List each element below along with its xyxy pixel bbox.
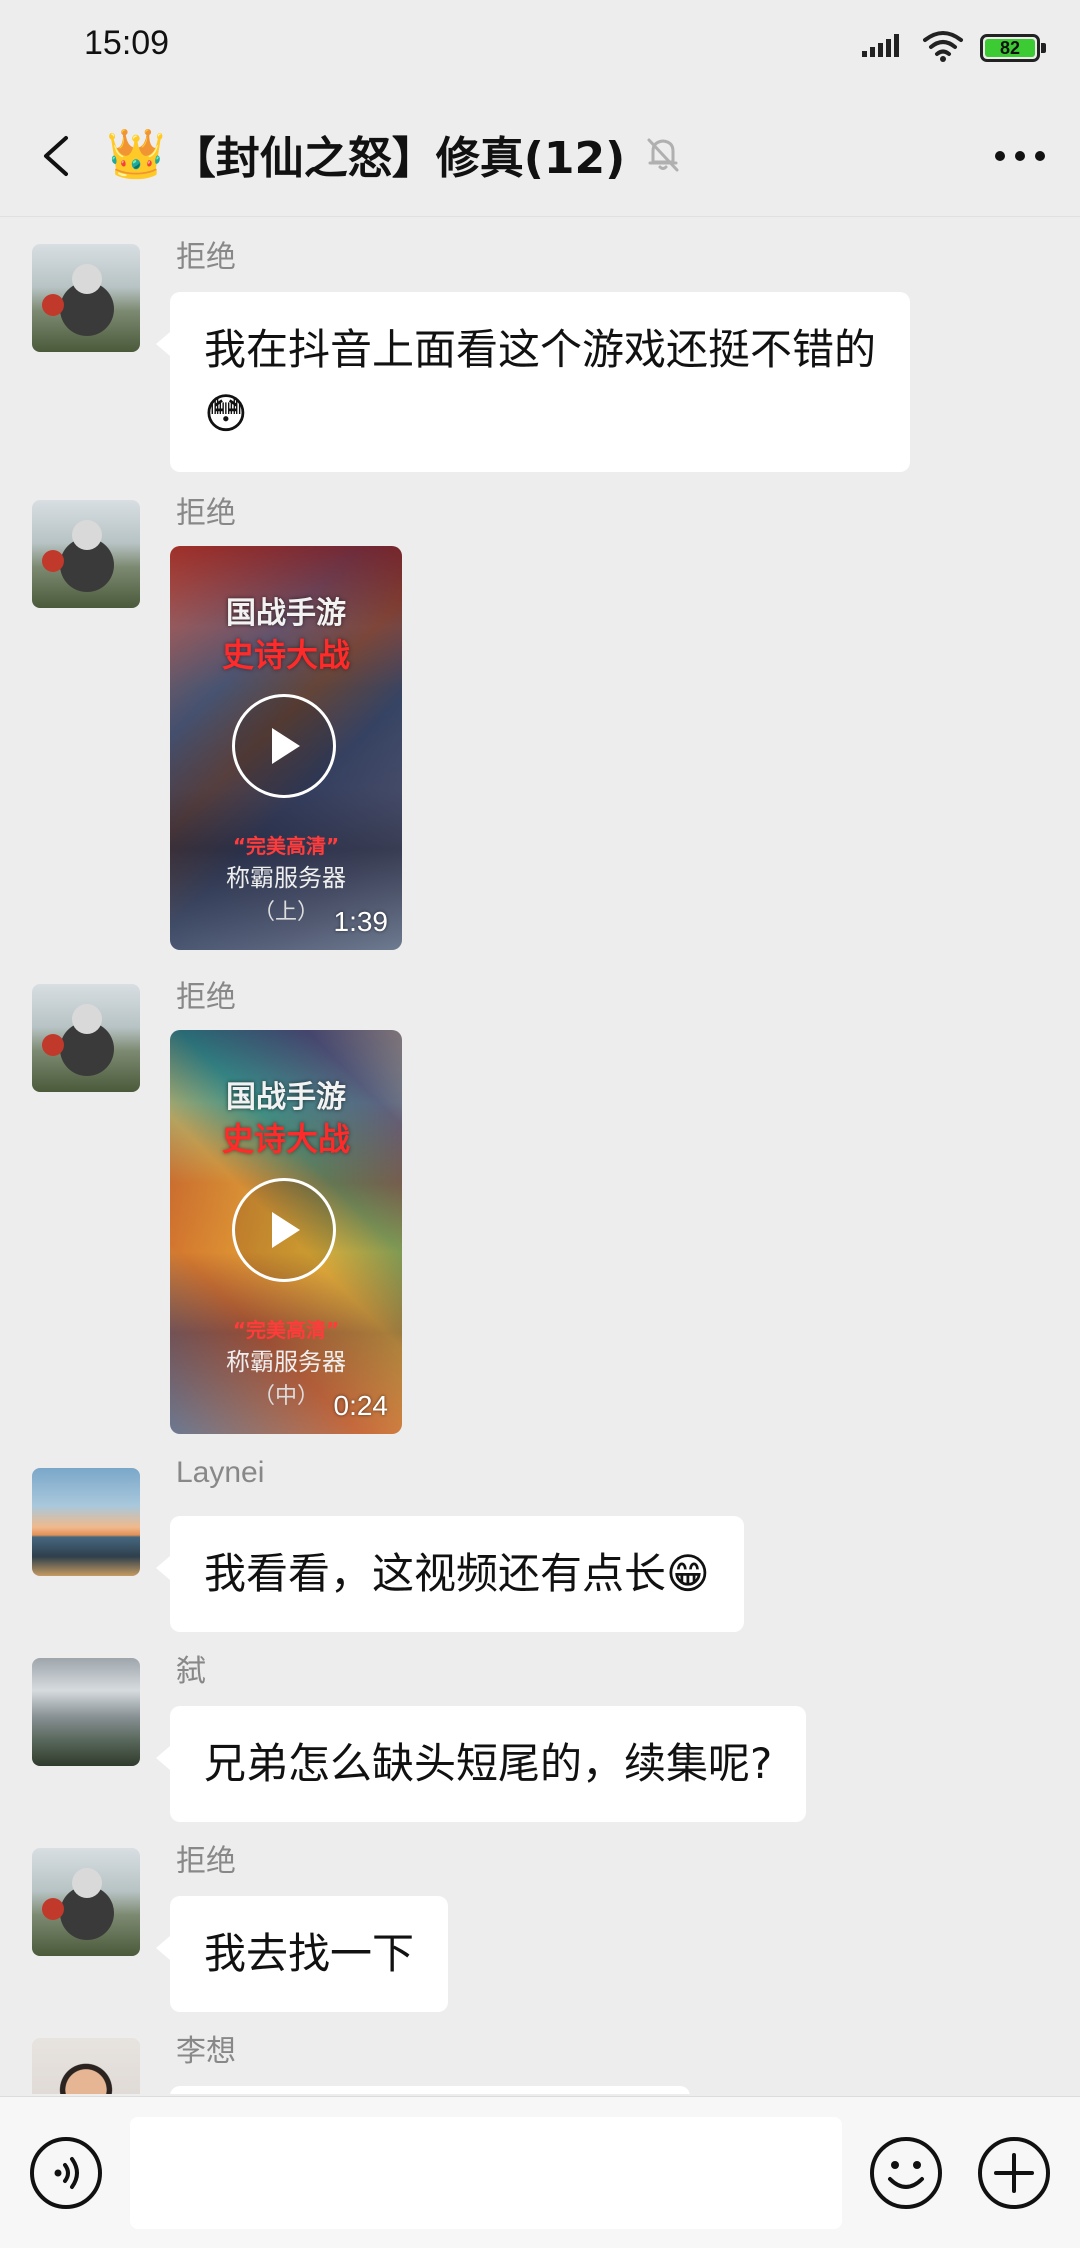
sender-name: 拒绝 xyxy=(176,1844,236,1879)
sender-name: 李想 xyxy=(176,2034,236,2069)
message-bubble[interactable]: 我看看，这视频还有点长😁 xyxy=(156,1516,744,1632)
back-button[interactable] xyxy=(24,124,88,188)
voice-button[interactable] xyxy=(28,2135,104,2211)
message-bubble[interactable]: 兄弟怎么缺头短尾的，续集呢? xyxy=(155,1706,807,1822)
avatar[interactable] xyxy=(32,2038,140,2094)
plus-icon xyxy=(978,2137,1050,2209)
emoji-icon xyxy=(870,2137,942,2209)
video-caption-line1: “完美高清” xyxy=(232,1318,340,1342)
video-caption-line2: 称霸服务器 xyxy=(226,864,346,892)
battery-level: 82 xyxy=(985,38,1035,58)
more-icon xyxy=(995,151,1045,161)
avatar[interactable] xyxy=(32,1658,140,1766)
message-input[interactable] xyxy=(130,2117,842,2229)
play-icon xyxy=(272,1212,300,1248)
play-button[interactable] xyxy=(232,1178,336,1282)
sender-name: Laynei xyxy=(176,1456,265,1489)
status-time: 15:09 xyxy=(84,24,170,62)
avatar[interactable] xyxy=(32,500,140,608)
video-caption-line2: 称霸服务器 xyxy=(226,1348,346,1376)
video-title-line2: 史诗大战 xyxy=(221,636,350,674)
nav-bar: 👑 【封仙之怒】修真(12) xyxy=(0,96,1080,217)
wifi-icon xyxy=(922,30,964,66)
status-bar: 15:09 82 xyxy=(0,0,1080,96)
message-item: 拒绝 我去找一下 xyxy=(32,1834,1048,2012)
video-duration: 0:24 xyxy=(333,1390,389,1421)
message-bubble[interactable]: 我在抖音上面看这个游戏还挺不错的😳 xyxy=(156,292,910,472)
message-item: Laynei 我看看，这视频还有点长😁 xyxy=(32,1454,1048,1632)
status-icons: 82 xyxy=(862,30,1046,66)
play-button[interactable] xyxy=(232,694,336,798)
back-arrow-icon xyxy=(44,136,68,176)
more-button[interactable] xyxy=(984,124,1056,188)
message-item: 李想 xyxy=(32,2024,1048,2094)
message-item: 拒绝 国战手游 史诗大战 “完美高清” 称霸服务器 （中） 0:24 xyxy=(32,970,1048,1440)
video-caption-line1: “完美高清” xyxy=(232,834,340,858)
video-message[interactable]: 国战手游 史诗大战 “完美高清” 称霸服务器 （中） 0:24 xyxy=(170,1030,402,1434)
group-name: 【封仙之怒】修真(12) xyxy=(171,133,626,184)
signal-icon xyxy=(862,31,906,65)
voice-icon xyxy=(30,2137,102,2209)
chat-title: 👑 【封仙之怒】修真(12) xyxy=(106,122,681,186)
message-item: 拒绝 国战手游 史诗大战 “完美高清” 称霸服务器 （上） 1:39 xyxy=(32,486,1048,956)
video-duration: 1:39 xyxy=(333,906,389,937)
sender-name: 拒绝 xyxy=(176,980,236,1015)
more-functions-button[interactable] xyxy=(976,2135,1052,2211)
message-list[interactable]: 拒绝 我在抖音上面看这个游戏还挺不错的😳 拒绝 国战手游 史诗大战 “完美高清”… xyxy=(0,218,1080,2094)
message-bubble[interactable]: 我去找一下 xyxy=(155,1896,449,2012)
message-item: 弑 兄弟怎么缺头短尾的，续集呢? xyxy=(32,1644,1048,1822)
message-item: 拒绝 我在抖音上面看这个游戏还挺不错的😳 xyxy=(32,230,1048,472)
avatar[interactable] xyxy=(32,984,140,1092)
avatar[interactable] xyxy=(32,1468,140,1576)
sender-name: 弑 xyxy=(176,1654,206,1689)
emoji-button[interactable] xyxy=(868,2135,944,2211)
battery-icon: 82 xyxy=(980,34,1046,62)
sender-name: 拒绝 xyxy=(176,240,236,275)
avatar[interactable] xyxy=(32,1848,140,1956)
sender-name: 拒绝 xyxy=(176,496,236,531)
avatar[interactable] xyxy=(32,244,140,352)
muted-bell-icon xyxy=(645,134,681,174)
video-message[interactable]: 国战手游 史诗大战 “完美高清” 称霸服务器 （上） 1:39 xyxy=(170,546,402,950)
video-title-line2: 史诗大战 xyxy=(221,1120,350,1158)
play-icon xyxy=(272,728,300,764)
message-bubble[interactable] xyxy=(170,2086,690,2094)
input-bar xyxy=(0,2096,1080,2248)
crown-emoji: 👑 xyxy=(106,126,166,182)
video-title-line1: 国战手游 xyxy=(226,596,346,631)
video-title-line1: 国战手游 xyxy=(226,1080,346,1115)
